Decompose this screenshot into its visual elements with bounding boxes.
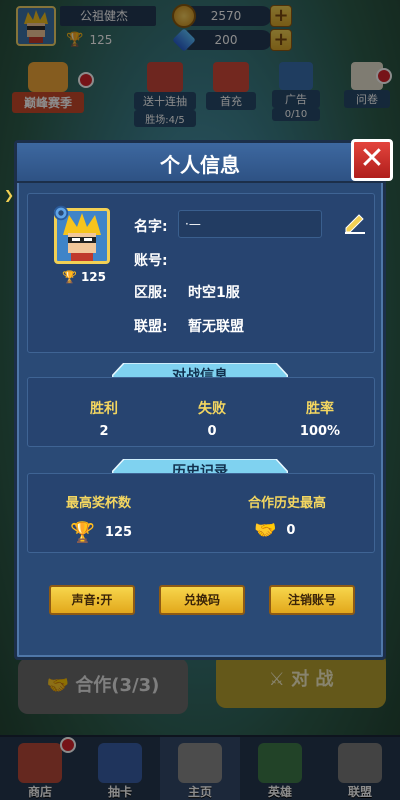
- best-trophy-label: 最高奖杯数: [66, 496, 132, 511]
- win-rate-value: 100%: [299, 424, 341, 439]
- handshake-icon: 🤝: [254, 520, 277, 541]
- best-coop-value: 0: [286, 523, 296, 538]
- best-coop-label: 合作历史最高: [248, 496, 327, 511]
- name-label: 名字:: [134, 219, 168, 235]
- dialog-title: 个人信息: [160, 153, 240, 177]
- edit-pencil-icon[interactable]: [342, 210, 368, 236]
- side-arrow-icon: ❯: [4, 188, 15, 202]
- best-trophy-value: 125: [104, 524, 133, 540]
- profile-trophy-count: 125: [80, 270, 107, 284]
- sound-toggle-button[interactable]: 声音:开: [49, 585, 135, 615]
- dialog-header: 个人信息: [17, 143, 383, 183]
- losses-value: 0: [207, 424, 217, 439]
- account-label: 账号:: [134, 253, 168, 269]
- battle-stats-panel: 胜利 失败 胜率 2 0 100%: [27, 377, 375, 447]
- losses-header: 失败: [198, 401, 226, 417]
- trophy-icon: 🏆: [70, 520, 95, 544]
- wins-header: 胜利: [90, 401, 118, 417]
- server-label: 区服:: [134, 285, 168, 301]
- profile-trophy-row: 🏆 125: [62, 270, 106, 284]
- settings-gear-icon[interactable]: [52, 204, 72, 224]
- logout-account-button[interactable]: 注销账号: [269, 585, 355, 615]
- alliance-label: 联盟:: [134, 319, 168, 335]
- name-field[interactable]: ·—: [178, 210, 322, 238]
- alliance-value: 暂无联盟: [188, 319, 244, 335]
- win-rate-header: 胜率: [306, 401, 334, 417]
- redeem-code-button[interactable]: 兑换码: [159, 585, 245, 615]
- best-trophy-row: 🏆 125: [70, 520, 132, 544]
- close-button[interactable]: ✕: [351, 139, 393, 181]
- best-coop-row: 🤝 0: [254, 520, 295, 541]
- history-panel: 最高奖杯数 合作历史最高 🏆 125 🤝 0: [27, 473, 375, 553]
- wins-value: 2: [99, 424, 109, 439]
- profile-panel: 🏆 125 名字: ·— 账号: 区服: 时空1服 联盟: 暂无联盟: [27, 193, 375, 353]
- server-value: 时空1服: [188, 285, 240, 301]
- trophy-icon: 🏆: [62, 270, 77, 284]
- profile-dialog: 个人信息 ✕ 🏆 125 名字: ·— 账号: 区服: 时空1服 联盟: 暂无联…: [14, 139, 393, 660]
